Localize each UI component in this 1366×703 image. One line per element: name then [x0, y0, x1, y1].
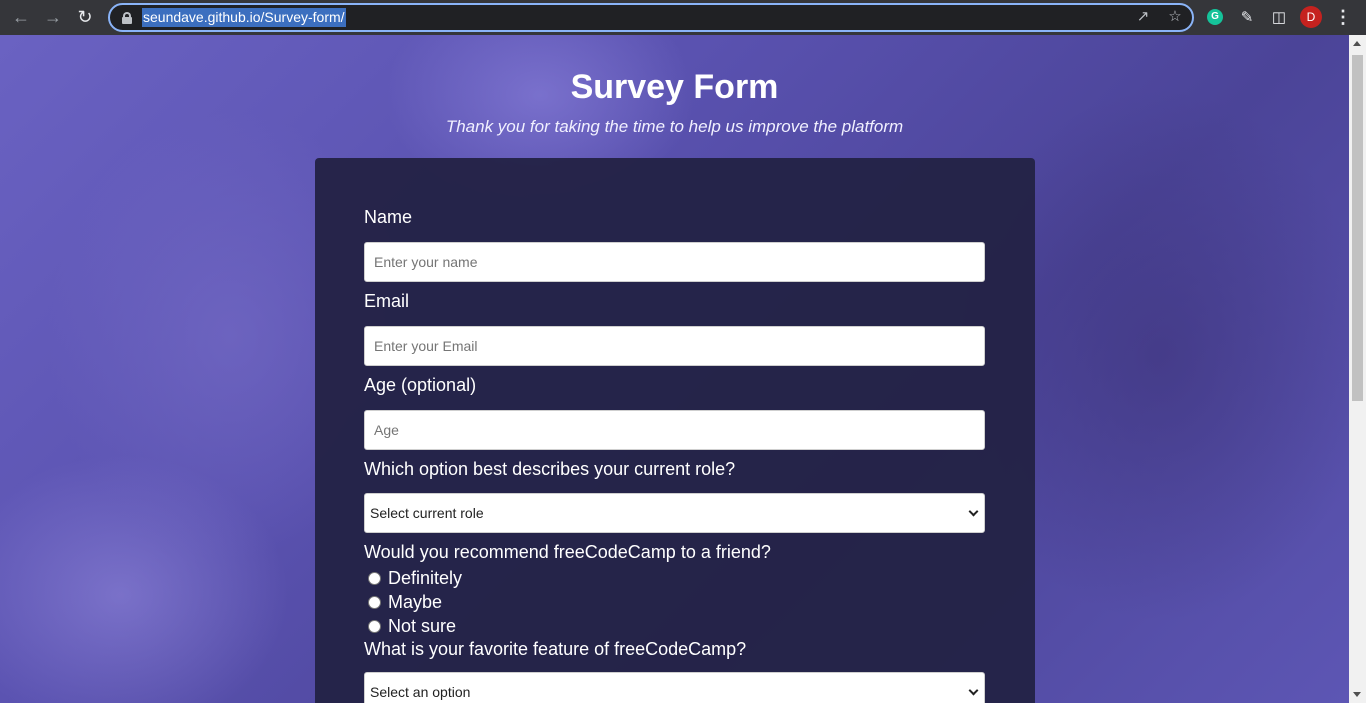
- url-text[interactable]: seundave.github.io/Survey-form/: [142, 8, 346, 27]
- chevron-down-icon: [968, 685, 979, 696]
- radio-button[interactable]: [368, 596, 381, 609]
- back-arrow-icon[interactable]: ←: [5, 2, 37, 34]
- feature-dropdown[interactable]: Select an option: [364, 672, 985, 703]
- age-label: Age (optional): [364, 375, 477, 395]
- bookmark-star-icon[interactable]: ☆: [1166, 8, 1184, 26]
- email-input[interactable]: Enter your Email: [364, 326, 985, 366]
- page-subtitle: Thank you for taking the time to help us…: [445, 117, 904, 136]
- reload-icon[interactable]: ↻: [69, 2, 101, 34]
- grammarly-icon[interactable]: G: [1204, 4, 1226, 30]
- feature-label: What is your favorite feature of freeCod…: [364, 639, 747, 659]
- radio-label: Definitely: [388, 568, 463, 588]
- radio-not-sure[interactable]: Not sure: [368, 616, 456, 637]
- scroll-down-arrow-icon[interactable]: [1353, 692, 1361, 697]
- page-scrollbar[interactable]: [1349, 35, 1366, 703]
- page-viewport: Survey Form Thank you for taking the tim…: [0, 35, 1349, 703]
- share-icon[interactable]: ↗: [1134, 8, 1152, 26]
- forward-arrow-icon[interactable]: →: [37, 2, 69, 34]
- menu-kebab-icon[interactable]: ⋮: [1332, 4, 1354, 30]
- age-input[interactable]: Age: [364, 410, 985, 450]
- survey-form: Name Enter your name Email Enter your Em…: [315, 158, 1035, 703]
- lock-icon[interactable]: [122, 11, 132, 24]
- recommend-label: Would you recommend freeCodeCamp to a fr…: [364, 542, 771, 562]
- email-label: Email: [364, 291, 410, 311]
- radio-label: Maybe: [388, 592, 443, 612]
- role-label: Which option best describes your current…: [364, 459, 736, 479]
- radio-label: Not sure: [388, 616, 457, 636]
- role-dropdown[interactable]: Select current role: [364, 493, 985, 533]
- extensions-puzzle-icon[interactable]: ✎: [1236, 4, 1258, 30]
- profile-avatar[interactable]: D: [1300, 4, 1322, 30]
- radio-maybe[interactable]: Maybe: [368, 592, 442, 613]
- page-title: Survey Form: [570, 68, 779, 106]
- name-input[interactable]: Enter your name: [364, 242, 985, 282]
- browser-toolbar: ← → ↻ seundave.github.io/Survey-form/ ↗ …: [0, 0, 1366, 35]
- scrollbar-thumb[interactable]: [1352, 55, 1363, 401]
- radio-definitely[interactable]: Definitely: [368, 568, 462, 589]
- radio-button[interactable]: [368, 572, 381, 585]
- role-selected-value: Select current role: [370, 505, 484, 521]
- name-label: Name: [364, 207, 413, 227]
- address-bar[interactable]: seundave.github.io/Survey-form/ ↗ ☆: [108, 3, 1194, 32]
- radio-button[interactable]: [368, 620, 381, 633]
- chevron-down-icon: [968, 506, 979, 517]
- scroll-up-arrow-icon[interactable]: [1353, 41, 1361, 46]
- side-panel-icon[interactable]: ◫: [1268, 4, 1290, 30]
- feature-selected-value: Select an option: [370, 684, 471, 700]
